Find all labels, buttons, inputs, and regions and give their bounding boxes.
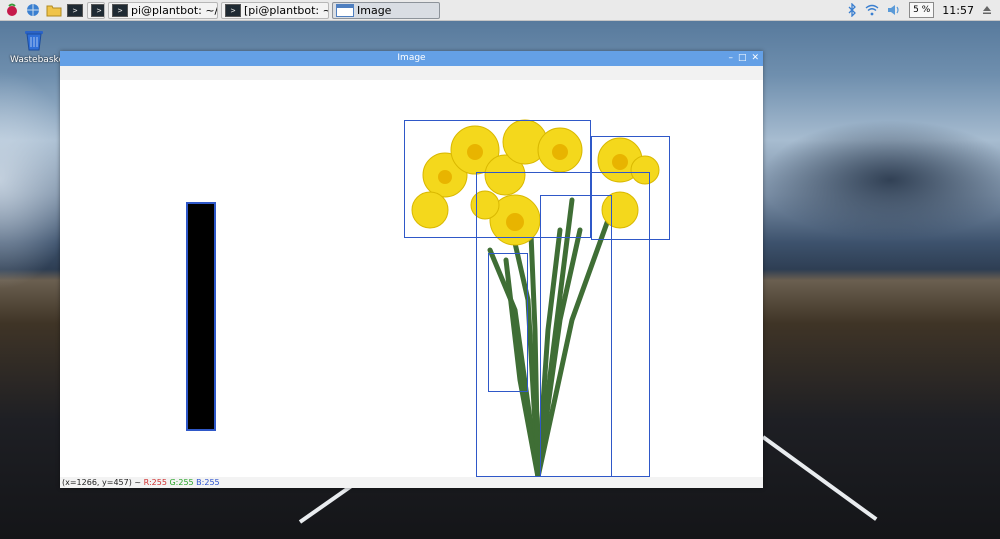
eject-icon[interactable] (982, 5, 992, 15)
task-label: Image (357, 3, 392, 17)
task-label: pi@plantbot: ~/plant... (131, 3, 218, 17)
taskbar-terminal-home-button[interactable]: > [pi@plantbot: ~] (221, 1, 329, 19)
taskbar: > > > pi@plantbot: ~/plant... > [pi@plan… (0, 0, 1000, 21)
terminal-launcher-icon[interactable]: > (66, 2, 84, 18)
image-window-icon (336, 3, 354, 17)
image-window: Image – □ ✕ (x=1266, y=457) ~ R:255 G:25… (60, 51, 763, 488)
image-canvas[interactable] (60, 80, 763, 477)
window-titlebar[interactable]: Image – □ ✕ (60, 51, 763, 66)
file-manager-icon[interactable] (45, 2, 63, 18)
terminal-icon: > (112, 3, 128, 17)
cpu-usage-monitor[interactable]: 5 % (909, 2, 935, 18)
wastebasket-label: Wastebasket (10, 55, 68, 65)
task-label: [pi@plantbot: ~] (244, 3, 329, 17)
window-toolbar (60, 66, 763, 81)
cursor-coordinates: (x=1266, y=457) ~ (62, 478, 142, 487)
web-browser-icon[interactable] (24, 2, 42, 18)
clock[interactable]: 11:57 (942, 4, 974, 17)
red-channel-value: R:255 (143, 478, 167, 487)
detection-box (488, 253, 528, 392)
wastebasket-desktop-icon[interactable]: Wastebasket (10, 26, 68, 65)
close-icon[interactable]: ✕ (751, 51, 759, 66)
window-title: Image (397, 53, 426, 63)
system-tray: 5 % 11:57 (847, 0, 1000, 20)
taskbar-terminal-plant-button[interactable]: > pi@plantbot: ~/plant... (108, 1, 218, 19)
road-marking (761, 435, 878, 521)
detection-box (540, 195, 612, 477)
blue-channel-value: B:255 (196, 478, 220, 487)
bluetooth-icon[interactable] (847, 3, 857, 17)
terminal-icon: > (225, 3, 241, 17)
taskbar-terminal-button[interactable]: > (87, 1, 105, 19)
wifi-icon[interactable] (865, 4, 879, 16)
raspberry-menu-icon[interactable] (3, 2, 21, 18)
taskbar-image-button[interactable]: Image (332, 1, 440, 19)
maximize-icon[interactable]: □ (738, 51, 747, 66)
cloud (760, 120, 1000, 240)
green-channel-value: G:255 (169, 478, 194, 487)
terminal-icon: > (91, 3, 104, 17)
trash-icon (25, 31, 43, 51)
status-bar: (x=1266, y=457) ~ R:255 G:255 B:255 (60, 477, 763, 488)
volume-icon[interactable] (887, 4, 901, 16)
minimize-icon[interactable]: – (728, 51, 733, 66)
